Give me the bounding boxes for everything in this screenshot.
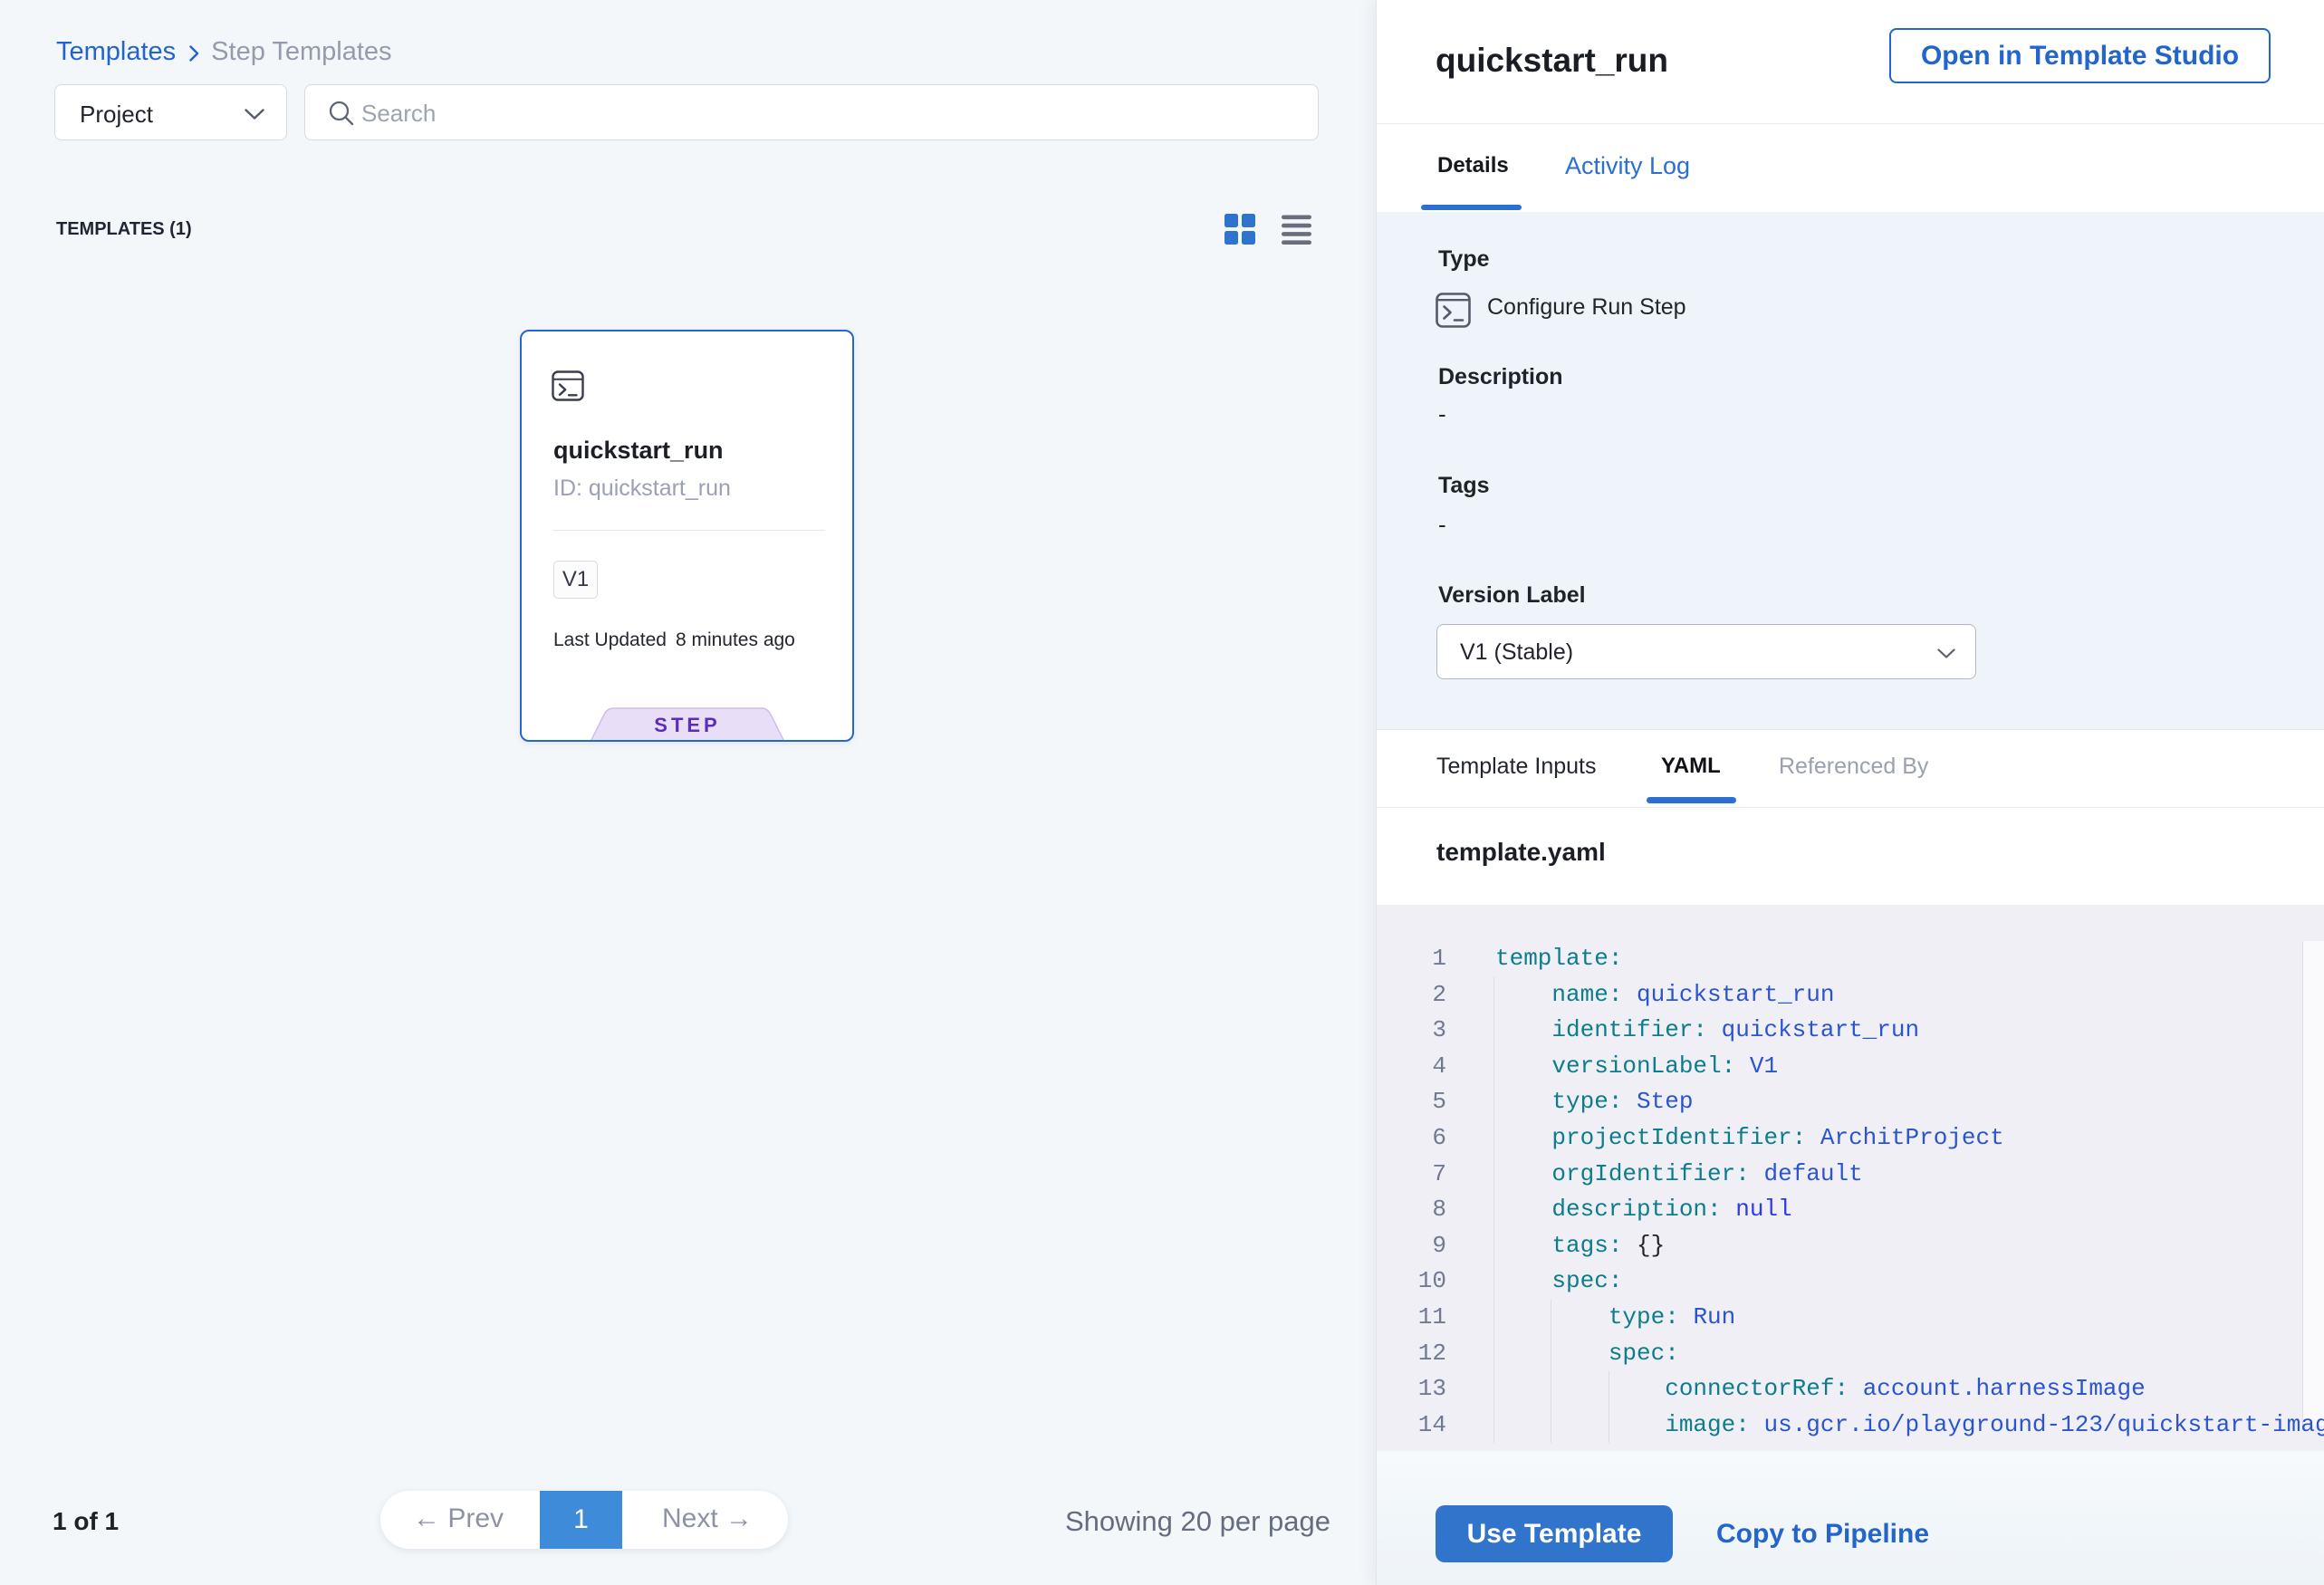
svg-text:STEP: STEP (654, 714, 720, 736)
